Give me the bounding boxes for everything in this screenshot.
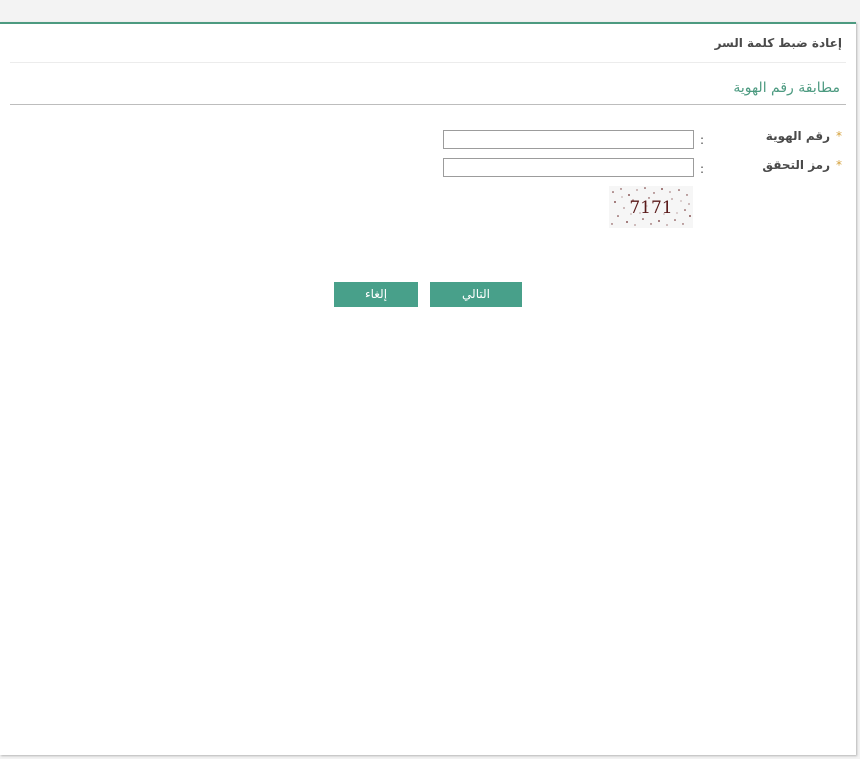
required-marker: * [836,158,842,172]
title-divider [10,62,846,63]
verification-code-separator: : [700,162,705,176]
section-divider [10,104,846,105]
verification-code-label-text: رمز التحقق [762,158,830,172]
id-number-label-text: رقم الهوية [765,129,830,143]
captcha-code: 7171 [629,198,672,218]
verification-code-input[interactable] [443,158,694,177]
required-marker: * [836,129,842,143]
id-number-label: * رقم الهوية [766,129,842,143]
id-number-separator: : [700,133,705,147]
next-button[interactable]: التالي [430,282,522,307]
section-title: مطابقة رقم الهوية [733,80,840,96]
cancel-button[interactable]: إلغاء [334,282,418,307]
reset-password-panel: إعادة ضبط كلمة السر مطابقة رقم الهوية * ر… [0,22,856,755]
id-number-input[interactable] [443,130,694,149]
captcha-image: 7171 [609,186,693,228]
page-title: إعادة ضبط كلمة السر [714,36,842,50]
verification-code-label: * رمز التحقق [762,158,842,172]
